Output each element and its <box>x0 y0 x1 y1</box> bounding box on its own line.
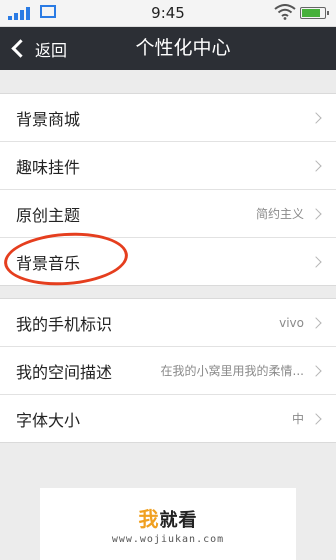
row-phone-tag[interactable]: 我的手机标识 vivo <box>0 299 336 347</box>
row-label: 背景商城 <box>16 109 81 129</box>
chevron-right-icon <box>310 207 322 220</box>
row-label: 字体大小 <box>16 410 81 430</box>
chevron-right-icon <box>310 316 322 329</box>
chevron-right-icon <box>310 255 322 268</box>
chevron-right-icon <box>310 111 322 124</box>
chevron-right-icon <box>310 412 322 425</box>
row-font-size[interactable]: 字体大小 中 <box>0 395 336 442</box>
watermark-brand: 我就看 <box>138 507 198 531</box>
row-background-store[interactable]: 背景商城 <box>0 94 336 142</box>
wifi-icon <box>274 4 296 20</box>
chevron-right-icon <box>310 159 322 172</box>
battery-icon <box>300 7 329 19</box>
status-bar: 9:45 <box>0 0 336 27</box>
row-value: 在我的小窝里用我的柔情... <box>160 364 304 378</box>
row-label: 我的手机标识 <box>16 314 113 334</box>
row-value: vivo <box>279 315 304 330</box>
row-label: 我的空间描述 <box>16 362 113 382</box>
chevron-right-icon <box>310 364 322 377</box>
row-space-description[interactable]: 我的空间描述 在我的小窝里用我的柔情... <box>0 347 336 395</box>
row-value: 中 <box>291 412 304 426</box>
watermark-url: www.wojiukan.com <box>111 534 225 545</box>
row-fun-widgets[interactable]: 趣味挂件 <box>0 142 336 190</box>
page-title: 个性化中心 <box>135 37 231 59</box>
row-original-theme[interactable]: 原创主题 简约主义 <box>0 190 336 238</box>
watermark: 我就看 www.wojiukan.com <box>40 488 296 560</box>
settings-group-2: 我的手机标识 vivo 我的空间描述 在我的小窝里用我的柔情... 字体大小 中 <box>0 298 336 443</box>
title-bar: 返回 个性化中心 <box>0 27 336 70</box>
row-value: 简约主义 <box>255 207 304 221</box>
row-label: 原创主题 <box>16 205 81 225</box>
row-label: 趣味挂件 <box>16 157 81 177</box>
